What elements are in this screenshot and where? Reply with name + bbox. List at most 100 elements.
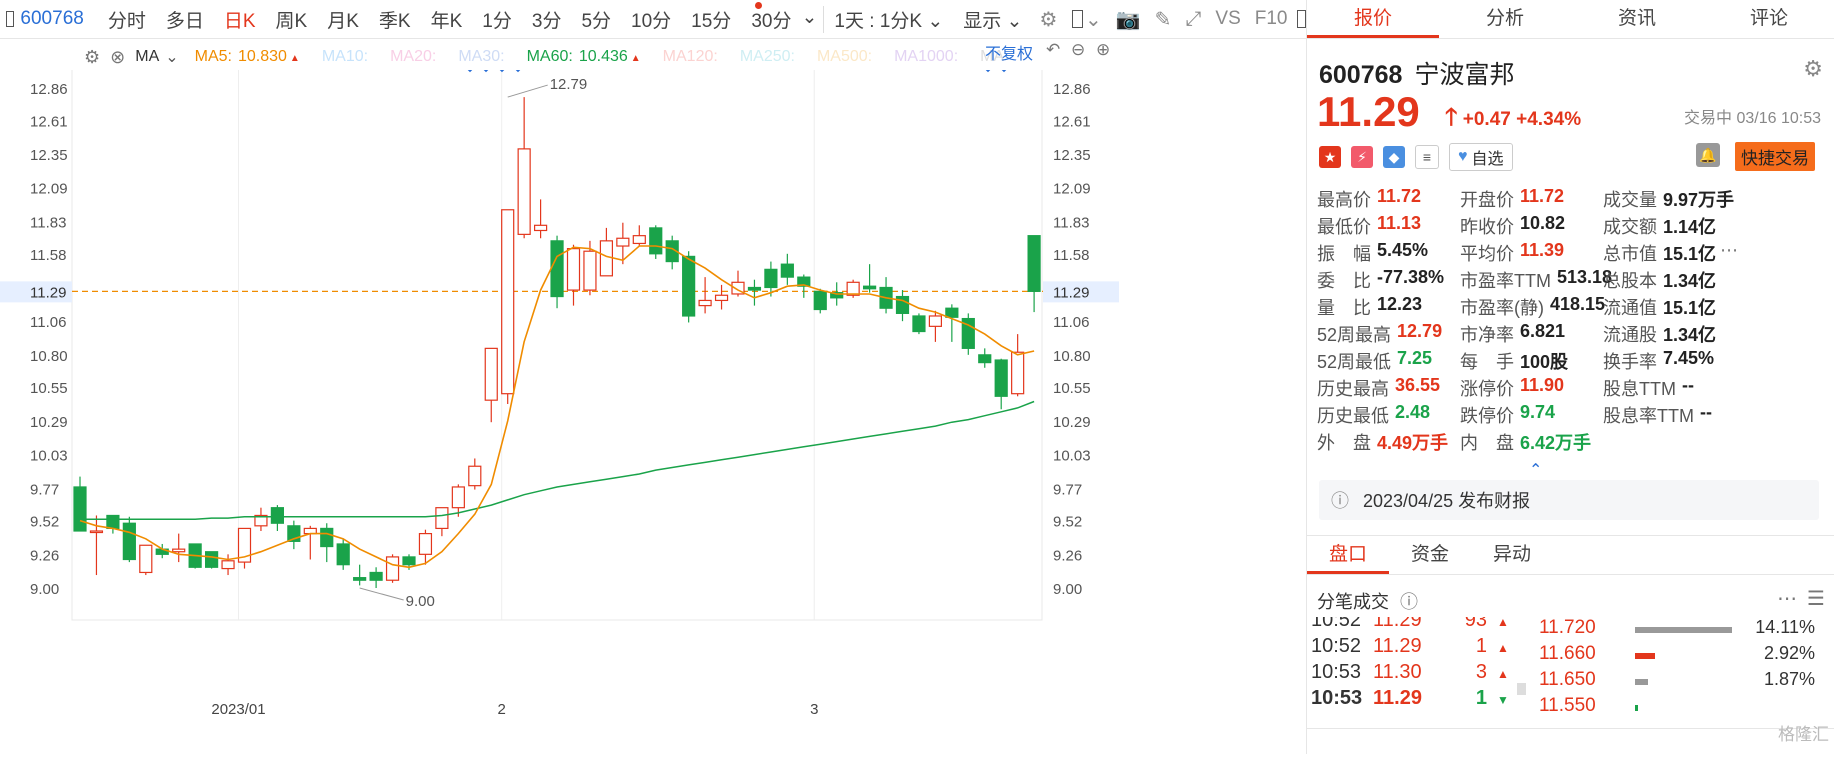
period-tab[interactable]: 月K — [317, 6, 369, 33]
period-tab[interactable]: 季K — [369, 6, 421, 33]
more-icon[interactable]: ⋯ — [1720, 240, 1738, 267]
period-tab[interactable]: 5分 — [571, 6, 621, 33]
candle-body — [764, 268, 778, 289]
period-tab[interactable]: 1分 — [472, 6, 522, 33]
fullscreen-icon[interactable]: ⤢ — [1178, 8, 1208, 31]
bell-icon[interactable]: 🔔 — [1696, 143, 1720, 167]
ma-item[interactable]: MA500: — [817, 48, 872, 66]
vs-compare-button[interactable]: VS — [1208, 8, 1247, 30]
stat-value: 1.34亿 — [1663, 325, 1717, 345]
candle-body — [1027, 235, 1041, 292]
scroll-handle[interactable] — [1517, 683, 1526, 695]
dist-bar — [1635, 679, 1648, 685]
period-tab[interactable]: 15分 — [681, 6, 741, 33]
sub-tab[interactable]: 资金 — [1389, 536, 1471, 574]
ma-items: MA5: 10.830 ▲ MA10: MA20: MA30: MA60: 10.436 ▲ MA… — [195, 48, 1027, 66]
draw-rect-icon[interactable] — [1072, 10, 1083, 28]
more-icon[interactable]: ⋯ — [1777, 586, 1797, 611]
adjust-button[interactable]: 不复权 — [985, 40, 1033, 64]
candle-body — [73, 486, 87, 532]
chevron-down-icon: ⌄ — [927, 10, 944, 32]
y-tick-right: 10.80 — [1053, 348, 1091, 365]
trade-volume: 1 — [1475, 635, 1487, 657]
sub-tab[interactable]: 盘口 — [1307, 536, 1390, 574]
panel-toggle-icon[interactable] — [6, 11, 15, 27]
stat-value: 100股 — [1520, 352, 1569, 372]
f10-button[interactable]: F10 — [1248, 8, 1295, 30]
document-icon[interactable]: ≡ — [1415, 145, 1439, 169]
y-tick-left: 10.03 — [30, 448, 68, 465]
range-select[interactable]: 1天 : 1分K ⌄ — [823, 5, 953, 33]
kline-chart[interactable]: 12.86 12.86 12.61 12.61 12.35 12.35 12.09 12.09… — [0, 61, 1306, 754]
y-tick-right: 12.09 — [1053, 181, 1091, 198]
triangle-down-icon: ▼ — [1497, 693, 1509, 707]
camera-icon[interactable]: 📷 — [1109, 7, 1148, 32]
ma-item[interactable]: MA60: 10.436 ▲ — [527, 48, 641, 66]
stat-cell: 外 盘 4.49万手 — [1317, 429, 1460, 456]
panel-tab[interactable]: 分析 — [1439, 0, 1571, 38]
undo-icon[interactable]: ↶ — [1046, 40, 1060, 59]
period-tab[interactable]: 年K — [421, 6, 473, 33]
period-tab[interactable]: 30分 — [741, 6, 801, 33]
period-tab[interactable]: 分时 — [98, 6, 156, 33]
ma-item[interactable]: MA5: 10.830 ▲ — [195, 48, 300, 66]
trade-price: 11.29 — [1373, 635, 1422, 657]
stat-cell: 52周最低 7.25 — [1317, 348, 1460, 375]
stats-row: 最高价 11.72 开盘价 11.72 成交量 9.97万手 — [1317, 186, 1827, 213]
display-select[interactable]: 显示 ⌄ — [953, 6, 1032, 33]
candle-body — [632, 235, 646, 245]
list-icon[interactable]: ☰ — [1807, 586, 1825, 611]
candle-body — [616, 237, 630, 247]
stats-row: 量 比 12.23 市盈率(静) 418.15 流通值 15.1亿 — [1317, 294, 1827, 321]
runner-icon[interactable]: ⚡ — [1351, 146, 1373, 168]
zoom-in-icon[interactable]: ⊕ — [1096, 40, 1110, 59]
sub-tab[interactable]: 异动 — [1471, 536, 1553, 574]
stat-value: 2.48 — [1395, 402, 1431, 422]
zoom-out-icon[interactable]: ⊖ — [1071, 40, 1085, 59]
gear-icon[interactable]: ⚙ — [84, 47, 100, 68]
collapse-icon[interactable]: ⌃ — [1529, 460, 1542, 480]
sub-tabs: 盘口 资金 异动 — [1307, 535, 1834, 575]
stats-row: 历史最低 2.48 跌停价 9.74 股息率TTM -- — [1317, 402, 1827, 429]
ma-item[interactable]: MA20: — [390, 48, 436, 66]
earnings-notice[interactable]: ⓘ 2023/04/25 发布财报 — [1319, 480, 1819, 520]
x-tick-label: 3 — [810, 701, 818, 718]
china-flag-icon[interactable]: ★ — [1319, 146, 1341, 168]
quick-trade-button[interactable]: 快捷交易 — [1735, 142, 1815, 171]
ma-item[interactable]: MA1000: — [894, 48, 958, 66]
period-tab[interactable]: 10分 — [621, 6, 681, 33]
ma-select-label[interactable]: MA — [135, 48, 159, 66]
kline-svg[interactable]: 12.86 12.86 12.61 12.61 12.35 12.35 12.09 12.09… — [0, 61, 1120, 754]
stat-cell: 52周最高 12.79 — [1317, 321, 1460, 348]
tag-icon[interactable]: ◆ — [1383, 146, 1405, 168]
period-tab[interactable]: 3分 — [522, 6, 572, 33]
info-icon[interactable]: ⓘ — [1400, 592, 1418, 612]
stat-label: 成交量 — [1603, 190, 1657, 210]
period-tab[interactable]: 多日 — [156, 6, 214, 33]
ma-item[interactable]: MA10: — [322, 48, 368, 66]
chevron-down-icon[interactable]: ⌄ — [1083, 7, 1109, 32]
chevron-down-icon[interactable]: ⌄ — [801, 6, 823, 33]
stock-code-tab[interactable]: 600768 — [14, 8, 97, 30]
chevron-down-icon[interactable]: ⌄ — [165, 47, 178, 67]
stat-value: 9.74 — [1520, 402, 1556, 422]
ma-item[interactable]: MA250: — [740, 48, 795, 66]
ma-item[interactable]: MA30: — [458, 48, 504, 66]
y-tick-left: 12.35 — [30, 147, 68, 164]
panel-tab[interactable]: 资讯 — [1571, 0, 1703, 38]
period-tab[interactable]: 日K — [214, 6, 266, 33]
stat-label: 总市值 — [1603, 244, 1657, 264]
settings-icon[interactable]: ⚙ — [1803, 56, 1823, 82]
period-tab[interactable]: 周K — [266, 6, 318, 33]
panel-tab[interactable]: 报价 — [1307, 0, 1439, 38]
panel-tab[interactable]: 评论 — [1703, 0, 1834, 38]
settings-icon[interactable]: ⚙ — [1032, 7, 1064, 32]
sidebar-icon[interactable] — [1296, 10, 1306, 28]
add-favorite-button[interactable]: ♥ 自选 — [1449, 143, 1513, 171]
pencil-icon[interactable]: ✎ — [1148, 7, 1179, 32]
ma-item[interactable]: MA120: — [663, 48, 718, 66]
y-tick-left: 9.26 — [30, 547, 59, 564]
close-icon[interactable]: ⊗ — [110, 47, 125, 68]
stat-value: 10.82 — [1520, 213, 1566, 233]
stat-cell: 总市值 15.1亿 ⋯ — [1603, 240, 1773, 267]
